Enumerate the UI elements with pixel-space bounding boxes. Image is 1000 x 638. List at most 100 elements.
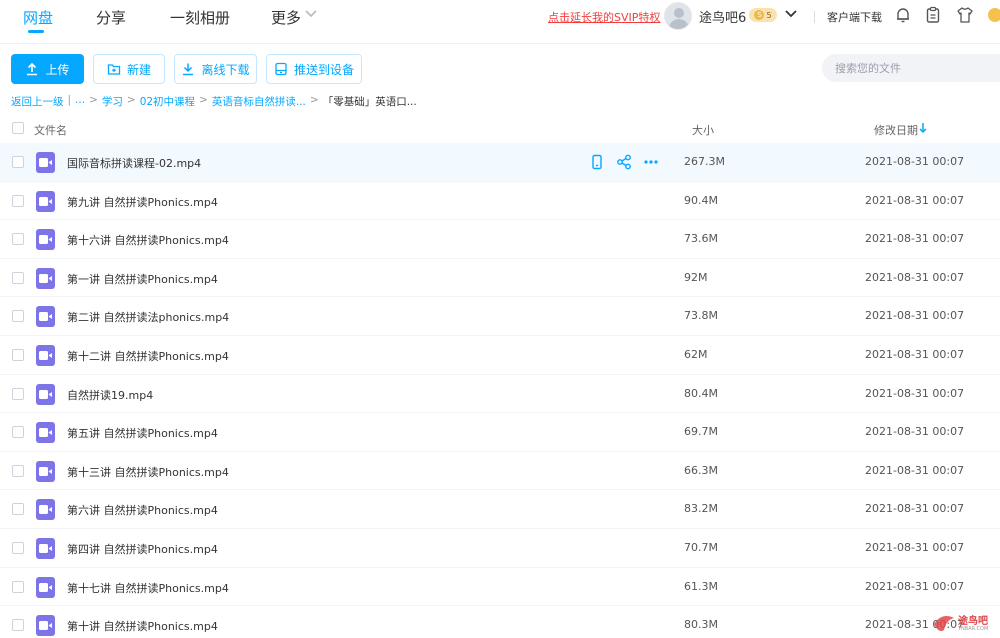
file-name[interactable]: 自然拼读19.mp4 — [67, 387, 153, 403]
file-date: 2021-08-31 00:07 — [865, 270, 965, 284]
table-row[interactable]: 第十六讲 自然拼读Phonics.mp4 73.6M 2021-08-31 00:0… — [0, 220, 1000, 259]
table-row[interactable]: 第二讲 自然拼读法phonics.mp4 73.8M 2021-08-31 00:0… — [0, 297, 1000, 336]
column-header-date[interactable]: 修改日期 — [874, 122, 918, 138]
vip-level: 5 — [766, 10, 772, 20]
file-name[interactable]: 第二讲 自然拼读法phonics.mp4 — [67, 309, 229, 325]
table-row[interactable]: 自然拼读19.mp4 80.4M 2021-08-31 00:07 — [0, 375, 1000, 414]
column-header-name[interactable]: 文件名 — [34, 122, 67, 138]
video-file-icon — [36, 267, 55, 289]
breadcrumb-separator: > — [126, 94, 136, 106]
table-row[interactable]: 第九讲 自然拼读Phonics.mp4 90.4M 2021-08-31 00:07 — [0, 182, 1000, 221]
more-options-icon[interactable] — [643, 154, 659, 170]
file-date: 2021-08-31 00:07 — [865, 425, 965, 439]
file-date: 2021-08-31 00:07 — [865, 347, 965, 361]
avatar[interactable] — [664, 2, 692, 30]
table-row[interactable]: 第一讲 自然拼读Phonics.mp4 92M 2021-08-31 00:07 — [0, 259, 1000, 298]
active-tab-indicator — [28, 30, 44, 33]
menu-icon[interactable] — [986, 6, 1000, 24]
file-name[interactable]: 第十七讲 自然拼读Phonics.mp4 — [67, 580, 229, 596]
table-row[interactable]: 第十七讲 自然拼读Phonics.mp4 61.3M 2021-08-31 00:0… — [0, 568, 1000, 607]
video-file-icon — [36, 460, 55, 482]
offline-download-button[interactable]: 离线下载 — [174, 54, 257, 84]
video-file-icon — [36, 383, 55, 405]
upload-button[interactable]: 上传 — [11, 54, 84, 84]
row-checkbox[interactable] — [12, 541, 24, 554]
table-row[interactable]: 第六讲 自然拼读Phonics.mp4 83.2M 2021-08-31 00:07 — [0, 490, 1000, 529]
file-size: 66.3M — [684, 463, 718, 477]
breadcrumb-item[interactable]: 学习 — [102, 94, 123, 109]
table-row[interactable]: 第十二讲 自然拼读Phonics.mp4 62M 2021-08-31 00:07 — [0, 336, 1000, 375]
client-download-link[interactable]: 客户端下载 — [827, 9, 882, 25]
breadcrumb-current: 「零基础」英语口... — [322, 96, 417, 108]
file-name[interactable]: 第五讲 自然拼读Phonics.mp4 — [67, 425, 218, 441]
download-icon — [183, 63, 194, 76]
new-folder-button[interactable]: 新建 — [93, 54, 165, 84]
tab-album[interactable]: 一刻相册 — [170, 7, 230, 28]
tab-share[interactable]: 分享 — [96, 7, 126, 28]
row-checkbox[interactable] — [12, 156, 24, 168]
table-row[interactable]: 第十讲 自然拼读Phonics.mp4 80.3M 2021-08-31 00:07 — [0, 606, 1000, 638]
file-name[interactable]: 第十二讲 自然拼读Phonics.mp4 — [67, 348, 229, 364]
breadcrumb-item[interactable]: 英语音标自然拼读... — [212, 94, 306, 109]
divider — [814, 11, 815, 23]
breadcrumb-back[interactable]: 返回上一级 — [11, 94, 64, 109]
vip-coin-icon: S — [754, 10, 765, 20]
column-header-size[interactable]: 大小 — [692, 122, 714, 138]
row-checkbox[interactable] — [12, 580, 24, 593]
row-checkbox[interactable] — [12, 426, 24, 439]
file-date: 2021-08-31 00:07 — [865, 502, 965, 516]
share-icon[interactable] — [616, 154, 632, 170]
watermark-text: 途鸟吧 — [958, 616, 988, 627]
table-row[interactable]: 第四讲 自然拼读Phonics.mp4 70.7M 2021-08-31 00:07 — [0, 529, 1000, 568]
table-row[interactable]: 第十三讲 自然拼读Phonics.mp4 66.3M 2021-08-31 00:0… — [0, 452, 1000, 491]
video-file-icon — [36, 229, 55, 251]
push-to-device-label: 推送到设备 — [293, 62, 354, 77]
file-name[interactable]: 第十三讲 自然拼读Phonics.mp4 — [67, 464, 229, 480]
breadcrumb-ellipsis[interactable]: ... — [75, 94, 85, 109]
username[interactable]: 途鸟吧6 — [699, 7, 746, 26]
shirt-icon[interactable] — [956, 6, 974, 24]
row-checkbox[interactable] — [12, 233, 24, 246]
file-size: 61.3M — [684, 579, 718, 593]
bell-icon[interactable] — [894, 6, 912, 24]
row-checkbox[interactable] — [12, 194, 24, 207]
chevron-down-icon[interactable] — [305, 10, 317, 18]
file-name[interactable]: 第九讲 自然拼读Phonics.mp4 — [67, 194, 218, 210]
file-name[interactable]: 第六讲 自然拼读Phonics.mp4 — [67, 502, 218, 518]
user-menu-chevron-icon[interactable] — [785, 10, 797, 18]
tab-more[interactable]: 更多 — [271, 7, 301, 28]
phone-icon[interactable] — [589, 154, 605, 170]
table-row[interactable]: 第五讲 自然拼读Phonics.mp4 69.7M 2021-08-31 00:07 — [0, 413, 1000, 452]
row-checkbox[interactable] — [12, 271, 24, 284]
file-name[interactable]: 第十六讲 自然拼读Phonics.mp4 — [67, 232, 229, 248]
tab-netdisk[interactable]: 网盘 — [23, 7, 53, 28]
top-navigation: 网盘 分享 一刻相册 更多 点击延长我的SVIP特权 途鸟吧6 S 5 客户端下… — [0, 0, 1000, 44]
new-folder-icon — [107, 64, 121, 75]
svip-promo-link[interactable]: 点击延长我的SVIP特权 — [548, 9, 660, 25]
push-to-device-button[interactable]: 推送到设备 — [266, 54, 362, 84]
table-row[interactable]: 国际音标拼读课程-02.mp4 267.3M 2021-08-31 00:07 — [0, 143, 1000, 182]
row-checkbox[interactable] — [12, 310, 24, 323]
breadcrumb-item[interactable]: 02初中课程 — [140, 94, 195, 109]
sort-desc-icon[interactable] — [918, 122, 928, 134]
video-file-icon — [36, 615, 55, 637]
row-checkbox[interactable] — [12, 348, 24, 361]
row-checkbox[interactable] — [12, 503, 24, 516]
video-file-icon — [36, 422, 55, 444]
row-checkbox[interactable] — [12, 387, 24, 400]
file-name[interactable]: 第四讲 自然拼读Phonics.mp4 — [67, 541, 218, 557]
file-name[interactable]: 国际音标拼读课程-02.mp4 — [67, 155, 201, 171]
video-file-icon — [36, 190, 55, 212]
select-all-checkbox[interactable] — [12, 122, 24, 134]
watermark-subtext: TNBAR.COM — [958, 626, 989, 632]
file-date: 2021-08-31 00:07 — [865, 309, 965, 323]
file-size: 90.4M — [684, 193, 718, 207]
file-name[interactable]: 第一讲 自然拼读Phonics.mp4 — [67, 271, 218, 287]
file-list: 国际音标拼读课程-02.mp4 267.3M 2021-08-31 00:07 第九讲… — [0, 143, 1000, 638]
row-checkbox[interactable] — [12, 619, 24, 632]
row-checkbox[interactable] — [12, 464, 24, 477]
file-name[interactable]: 第十讲 自然拼读Phonics.mp4 — [67, 618, 218, 634]
breadcrumb-separator: > — [309, 94, 319, 106]
clipboard-icon[interactable] — [924, 6, 942, 24]
search-input[interactable] — [822, 54, 1000, 82]
